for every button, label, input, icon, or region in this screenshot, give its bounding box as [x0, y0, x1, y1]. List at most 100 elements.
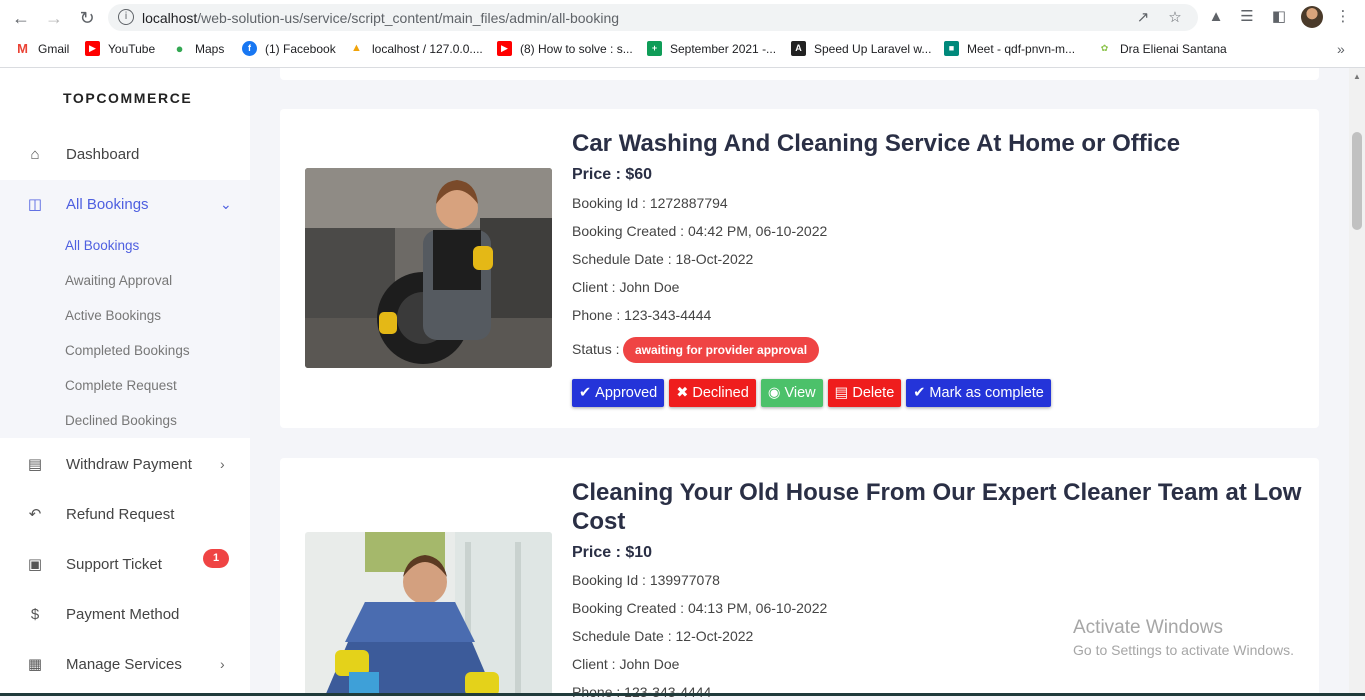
sidebar: TOPCOMMERCE ⌂ Dashboard ◫ All Bookings ⌄… — [0, 68, 250, 696]
sidebar-item-payment-method[interactable]: $ Payment Method — [0, 589, 250, 639]
sidebar-item-dashboard[interactable]: ⌂ Dashboard — [0, 129, 250, 179]
booking-price: Price : $60 — [572, 166, 653, 183]
client-phone: Phone : 123-343-4444 — [572, 684, 712, 700]
view-button[interactable]: ◉ View — [760, 379, 823, 407]
client-phone: Phone : 123-343-4444 — [572, 307, 712, 323]
bookmark-speed-up-laravel[interactable]: A Speed Up Laravel w... — [791, 41, 931, 56]
scrollbar-thumb[interactable] — [1352, 132, 1362, 230]
brand-logo[interactable]: TOPCOMMERCE — [63, 90, 192, 106]
sidebar-item-label: Refund Request — [66, 505, 175, 523]
sidebar-item-label: Withdraw Payment — [66, 455, 192, 473]
phpmyadmin-icon: ▲ — [351, 42, 362, 54]
sidebar-item-label: Payment Method — [66, 605, 180, 623]
schedule-date: Schedule Date : 12-Oct-2022 — [572, 628, 754, 644]
client-name: Client : John Doe — [572, 656, 680, 672]
browser-toolbar: ← → ↻ i localhost/web-solution-us/servic… — [0, 0, 1365, 35]
booking-image-car-washing[interactable] — [305, 168, 552, 368]
booking-image-house-cleaning[interactable] — [305, 532, 552, 696]
submenu-item-declined-bookings[interactable]: Declined Bookings — [65, 413, 177, 428]
bookmark-label: Speed Up Laravel w... — [814, 41, 932, 56]
sheets-icon: + — [647, 41, 662, 56]
booking-card: Cleaning Your Old House From Our Expert … — [280, 458, 1319, 700]
address-url[interactable]: localhost/web-solution-us/service/script… — [142, 10, 619, 26]
url-host: localhost — [142, 10, 198, 26]
support-ticket-badge: 1 — [203, 549, 229, 568]
submenu-item-completed-bookings[interactable]: Completed Bookings — [65, 343, 190, 358]
bookmark-how-to-solve[interactable]: ▶ (8) How to solve : s... — [497, 41, 633, 56]
decline-button[interactable]: ✖ Declined — [669, 379, 756, 407]
cleaner-photo — [305, 532, 552, 696]
scroll-up-arrow-icon[interactable]: ▲ — [1352, 72, 1362, 82]
booking-title[interactable]: Car Washing And Cleaning Service At Home… — [572, 129, 1302, 158]
booking-id: Booking Id : 1272887794 — [572, 195, 728, 211]
submenu-item-complete-request[interactable]: Complete Request — [65, 378, 177, 393]
mark-complete-button[interactable]: ✔ Mark as complete — [906, 379, 1051, 407]
bookmark-meet[interactable]: ■ Meet - qdf-pnvn-m... — [944, 41, 1075, 56]
booking-actions: ✔ Approved ✖ Declined ◉ View ▤ Delete ✔ Mark … — [572, 379, 1051, 407]
bookmarks-overflow-icon[interactable]: » — [1337, 41, 1345, 57]
booking-title[interactable]: Cleaning Your Old House From Our Expert … — [572, 478, 1302, 536]
bookmark-localhost[interactable]: ▲ localhost / 127.0.0.... — [349, 41, 483, 56]
bookmark-dra-elienai[interactable]: ✿ Dra Elienai Santana — [1097, 41, 1227, 56]
undo-icon: ↶ — [28, 506, 42, 523]
booking-id: Booking Id : 139977078 — [572, 572, 720, 588]
close-icon: ✖ — [676, 385, 689, 401]
bookmark-label: Meet - qdf-pnvn-m... — [967, 41, 1076, 56]
bookmark-label: YouTube — [108, 41, 156, 56]
maps-icon: ● — [175, 41, 184, 56]
activate-windows-title: Activate Windows — [1073, 617, 1223, 638]
bookmark-youtube[interactable]: ▶ YouTube — [85, 41, 155, 56]
side-panel-icon[interactable]: ◧ — [1270, 8, 1288, 26]
bookmark-star-icon[interactable]: ☆ — [1167, 10, 1183, 26]
approve-button[interactable]: ✔ Approved — [572, 379, 665, 407]
facebook-icon: f — [242, 41, 257, 56]
browser-chrome: ← → ↻ i localhost/web-solution-us/servic… — [0, 0, 1365, 68]
url-path: /web-solution-us/service/script_content/… — [197, 10, 620, 26]
submenu-item-awaiting-approval[interactable]: Awaiting Approval — [65, 273, 172, 288]
site-icon: ✿ — [1100, 43, 1109, 53]
booking-price: Price : $10 — [572, 544, 653, 561]
submenu-item-active-bookings[interactable]: Active Bookings — [65, 308, 161, 323]
sidebar-item-manage-services[interactable]: ▦ Manage Services › — [0, 639, 250, 689]
status-label: Status : — [572, 341, 620, 357]
client-name: Client : John Doe — [572, 279, 680, 295]
address-bar[interactable]: i localhost/web-solution-us/service/scri… — [108, 4, 1198, 31]
more-menu-icon[interactable]: ⋮ — [1334, 8, 1352, 26]
bookmark-label: (1) Facebook — [265, 41, 336, 56]
status-badge: awaiting for provider approval — [623, 337, 820, 363]
reload-icon[interactable]: ↻ — [75, 6, 99, 30]
laravel-icon: A — [791, 41, 806, 56]
youtube-icon: ▶ — [85, 41, 100, 56]
previous-booking-card — [280, 68, 1319, 80]
ticket-icon: ▣ — [27, 556, 43, 573]
extensions-puzzle-icon[interactable]: ▲ — [1207, 8, 1225, 26]
gmail-icon: M — [17, 41, 28, 56]
schedule-date: Schedule Date : 18-Oct-2022 — [572, 251, 754, 267]
bookmark-maps[interactable]: ● Maps — [172, 41, 225, 56]
check-icon: ✔ — [913, 385, 926, 401]
eye-icon: ◉ — [767, 385, 781, 401]
bookmark-label: Maps — [195, 41, 225, 56]
button-label: Declined — [692, 385, 749, 401]
share-icon[interactable]: ↗ — [1135, 10, 1151, 26]
youtube-icon: ▶ — [497, 41, 512, 56]
bookmark-label: Gmail — [38, 41, 70, 56]
back-arrow-icon[interactable]: ← — [9, 6, 33, 30]
bookmark-facebook[interactable]: f (1) Facebook — [242, 41, 336, 56]
sidebar-item-label: Manage Services — [66, 655, 182, 673]
sidebar-item-all-bookings[interactable]: ◫ All Bookings ⌄ — [0, 179, 250, 229]
forward-arrow-icon[interactable]: → — [42, 6, 66, 30]
site-info-icon[interactable]: i — [118, 9, 134, 25]
cart-icon: ◫ — [27, 196, 43, 213]
sidebar-item-refund-request[interactable]: ↶ Refund Request — [0, 489, 250, 539]
bookmark-label: September 2021 -... — [670, 41, 777, 56]
chevron-down-icon: ⌄ — [220, 195, 232, 212]
sidebar-item-withdraw-payment[interactable]: ▤ Withdraw Payment › — [0, 439, 250, 489]
submenu-item-all-bookings[interactable]: All Bookings — [65, 238, 139, 253]
bookmark-label: (8) How to solve : s... — [520, 41, 633, 56]
bookmark-september[interactable]: + September 2021 -... — [647, 41, 776, 56]
media-control-icon[interactable]: ☰ — [1238, 8, 1256, 26]
bookmark-gmail[interactable]: M Gmail — [15, 41, 69, 56]
profile-avatar[interactable] — [1301, 6, 1323, 28]
delete-button[interactable]: ▤ Delete — [827, 379, 902, 407]
